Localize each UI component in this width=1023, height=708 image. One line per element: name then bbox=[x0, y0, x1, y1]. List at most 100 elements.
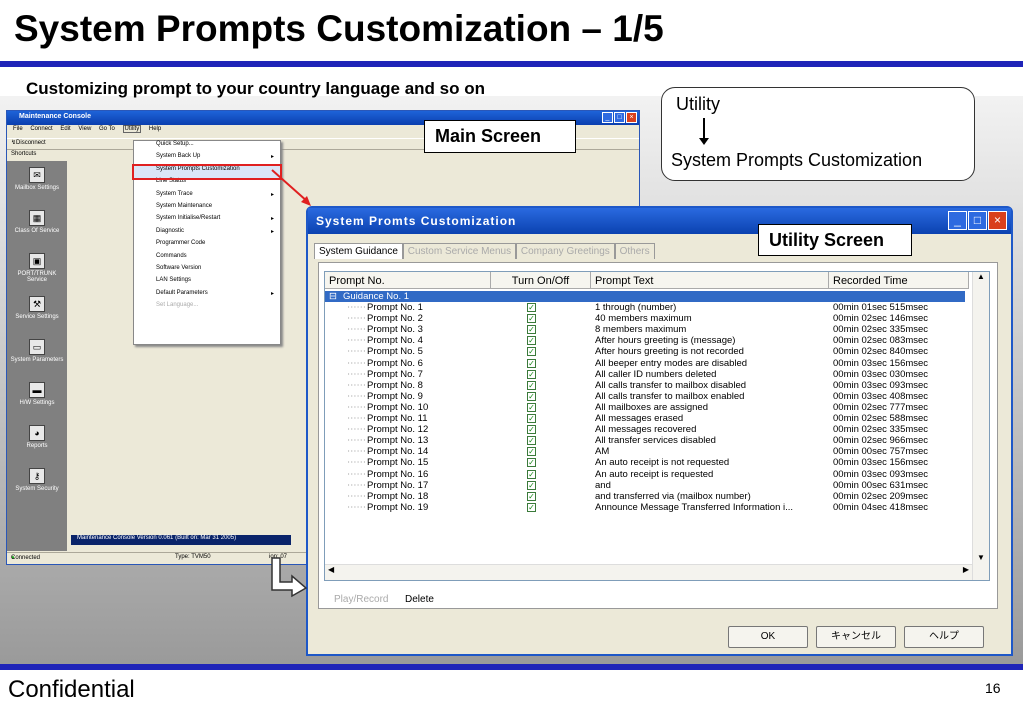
column-prompt-no[interactable]: Prompt No. bbox=[325, 272, 491, 289]
checkbox[interactable]: ✓ bbox=[527, 358, 536, 368]
maximize-icon[interactable]: □ bbox=[614, 112, 625, 123]
scroll-down-icon[interactable]: ▼ bbox=[973, 553, 989, 562]
menu-item-system-initialise[interactable]: System Initialise/Restart bbox=[134, 215, 280, 227]
menu-item-system-backup[interactable]: System Back Up bbox=[134, 153, 280, 165]
table-row[interactable]: ⋯⋯ Prompt No. 2 ✓ 40 members maximum 00min 0… bbox=[325, 313, 965, 324]
menu-item-set-language: Set Language... bbox=[156, 302, 199, 309]
menu-connect[interactable]: Connect bbox=[30, 126, 52, 132]
table-row[interactable]: ⋯⋯ Prompt No. 8 ✓ All calls transfer to mai… bbox=[325, 380, 965, 391]
shortcuts-header: Shortcuts bbox=[7, 151, 67, 161]
menu-edit[interactable]: Edit bbox=[60, 126, 70, 132]
collapse-icon[interactable]: ⊟ bbox=[329, 291, 337, 302]
checkbox[interactable]: ✓ bbox=[527, 325, 536, 335]
table-row[interactable]: ⋯⋯ Prompt No. 3 ✓ 8 members maximum 00min 02… bbox=[325, 324, 965, 335]
tree-line: ⋯⋯ bbox=[347, 413, 366, 424]
checkbox[interactable]: ✓ bbox=[527, 380, 536, 390]
checkbox[interactable]: ✓ bbox=[527, 402, 536, 412]
tab-company-greetings[interactable]: Company Greetings bbox=[515, 243, 615, 259]
menu-item-quick-setup[interactable]: Quick Setup... bbox=[134, 141, 280, 153]
minimize-icon[interactable]: _ bbox=[948, 211, 967, 230]
menu-file[interactable]: File bbox=[13, 126, 23, 132]
menu-item-diagnostic[interactable]: Diagnostic bbox=[134, 228, 280, 240]
menu-item-system-prompts-customization[interactable]: System Prompts Customization bbox=[132, 163, 282, 181]
checkbox[interactable]: ✓ bbox=[527, 436, 536, 446]
disconnect-button[interactable]: Disconnect bbox=[16, 140, 46, 146]
column-recorded-time[interactable]: Recorded Time bbox=[829, 272, 969, 289]
checkbox[interactable]: ✓ bbox=[527, 480, 536, 490]
table-row[interactable]: ⋯⋯ Prompt No. 1 ✓ 1 through (number) 00min 0… bbox=[325, 302, 965, 313]
table-row[interactable]: ⋯⋯ Prompt No. 9 ✓ All calls transfer to mai… bbox=[325, 391, 965, 402]
shortcut-system-parameters[interactable]: ▭ System Parameters bbox=[7, 333, 67, 376]
table-row[interactable]: ⋯⋯ Prompt No. 17 ✓ and 00min 00sec 631msec bbox=[325, 480, 965, 491]
checkbox[interactable]: ✓ bbox=[527, 447, 536, 457]
column-prompt-text[interactable]: Prompt Text bbox=[591, 272, 829, 289]
checkbox[interactable]: ✓ bbox=[527, 491, 536, 501]
scroll-right-icon[interactable]: ▶ bbox=[963, 565, 969, 574]
checkbox[interactable]: ✓ bbox=[527, 347, 536, 357]
prompt-text-cell: Announce Message Transferred Information… bbox=[595, 501, 794, 513]
table-row[interactable]: ⋯⋯ Prompt No. 5 ✓ After hours greeting is n… bbox=[325, 346, 965, 357]
menu-item-system-maintenance[interactable]: System Maintenance bbox=[134, 203, 280, 215]
cancel-button[interactable]: キャンセル bbox=[816, 626, 896, 648]
table-row[interactable]: ⋯⋯ Prompt No. 15 ✓ An auto receipt is not r… bbox=[325, 457, 965, 468]
table-row[interactable]: ⋯⋯ Prompt No. 19 ✓ Announce Message Transfe… bbox=[325, 502, 965, 513]
checkbox[interactable]: ✓ bbox=[527, 458, 536, 468]
help-button[interactable]: ヘルプ bbox=[904, 626, 984, 648]
checkbox[interactable]: ✓ bbox=[527, 414, 536, 423]
callout-utility: Utility bbox=[676, 94, 720, 114]
scroll-up-icon[interactable]: ▲ bbox=[973, 272, 989, 281]
checkbox[interactable]: ✓ bbox=[527, 391, 536, 401]
table-row[interactable]: ⋯⋯ Prompt No. 13 ✓ All transfer services di… bbox=[325, 435, 965, 446]
shortcut-mailbox-settings[interactable]: ✉ Mailbox Settings bbox=[7, 161, 67, 204]
horizontal-scrollbar[interactable]: ◀ ▶ bbox=[325, 564, 972, 580]
menu-item-default-parameters[interactable]: Default Parameters bbox=[134, 290, 280, 302]
table-row[interactable]: ⋯⋯ Prompt No. 11 ✓ All messages erased 00min… bbox=[325, 413, 965, 424]
shortcut-service-settings[interactable]: ⚒ Service Settings bbox=[7, 290, 67, 333]
menu-item-lan-settings[interactable]: LAN Settings bbox=[134, 277, 280, 289]
shortcut-class-of-service[interactable]: ▦ Class Of Service bbox=[7, 204, 67, 247]
ok-button[interactable]: OK bbox=[728, 626, 808, 648]
shortcut-port-trunk[interactable]: ▣ PORT/TRUNK Service bbox=[7, 247, 67, 290]
menu-goto[interactable]: Go To bbox=[99, 126, 115, 132]
table-row[interactable]: ⋯⋯ Prompt No. 16 ✓ An auto receipt is reque… bbox=[325, 469, 965, 480]
tab-strip: System Guidance Custom Service Menus Com… bbox=[314, 243, 655, 259]
menu-item-software-version[interactable]: Software Version bbox=[134, 265, 280, 277]
maximize-icon[interactable]: □ bbox=[968, 211, 987, 230]
shortcut-hw-settings[interactable]: ▬ H/W Settings bbox=[7, 376, 67, 419]
prompt-text-cell: All calls transfer to mailbox disabled bbox=[595, 379, 747, 391]
column-turn-on-off[interactable]: Turn On/Off bbox=[491, 272, 591, 289]
menu-item-commands[interactable]: Commands bbox=[134, 253, 280, 265]
table-row[interactable]: ⋯⋯ Prompt No. 18 ✓ and transferred via (mai… bbox=[325, 491, 965, 502]
checkbox[interactable]: ✓ bbox=[527, 502, 536, 512]
menu-item-system-trace[interactable]: System Trace bbox=[134, 191, 280, 203]
table-row[interactable]: ⋯⋯ Prompt No. 10 ✓ All mailboxes are assign… bbox=[325, 402, 965, 413]
checkbox[interactable]: ✓ bbox=[527, 469, 536, 479]
table-row[interactable]: ⋯⋯ Prompt No. 6 ✓ All beeper entry modes ar… bbox=[325, 358, 965, 369]
minimize-icon[interactable]: _ bbox=[602, 112, 613, 123]
table-row[interactable]: ⋯⋯ Prompt No. 14 ✓ AM 00min 00sec 757msec bbox=[325, 446, 965, 457]
scroll-left-icon[interactable]: ◀ bbox=[328, 565, 334, 574]
menu-utility[interactable]: Utility bbox=[122, 125, 142, 133]
checkbox[interactable]: ✓ bbox=[527, 425, 536, 435]
shortcut-reports[interactable]: ◕ Reports bbox=[7, 419, 67, 462]
shortcut-system-security[interactable]: ⚷ System Security bbox=[7, 462, 67, 505]
close-icon[interactable]: × bbox=[626, 112, 637, 123]
vertical-scrollbar[interactable]: ▲ ▼ bbox=[972, 272, 989, 580]
menu-help[interactable]: Help bbox=[149, 126, 161, 132]
tab-others[interactable]: Others bbox=[614, 243, 655, 259]
menu-item-programmer-code[interactable]: Programmer Code bbox=[134, 240, 280, 252]
delete-button[interactable]: Delete bbox=[405, 594, 434, 605]
checkbox[interactable]: ✓ bbox=[527, 336, 536, 346]
close-icon[interactable]: × bbox=[988, 211, 1007, 230]
menu-view[interactable]: View bbox=[78, 126, 91, 132]
tab-system-guidance[interactable]: System Guidance bbox=[314, 243, 403, 259]
checkbox[interactable]: ✓ bbox=[527, 303, 536, 312]
checkbox[interactable]: ✓ bbox=[527, 314, 536, 324]
tab-custom-service-menus[interactable]: Custom Service Menus bbox=[402, 243, 517, 259]
table-row[interactable]: ⋯⋯ Prompt No. 12 ✓ All messages recovered 00… bbox=[325, 424, 965, 435]
table-row[interactable]: ⋯⋯ Prompt No. 4 ✓ After hours greeting is (… bbox=[325, 335, 965, 346]
group-row[interactable]: ⊟ Guidance No. 1 bbox=[325, 291, 965, 302]
menu-item-line-status[interactable]: Line Status bbox=[134, 178, 280, 190]
checkbox[interactable]: ✓ bbox=[527, 369, 536, 379]
table-row[interactable]: ⋯⋯ Prompt No. 7 ✓ All caller ID numbers del… bbox=[325, 369, 965, 380]
